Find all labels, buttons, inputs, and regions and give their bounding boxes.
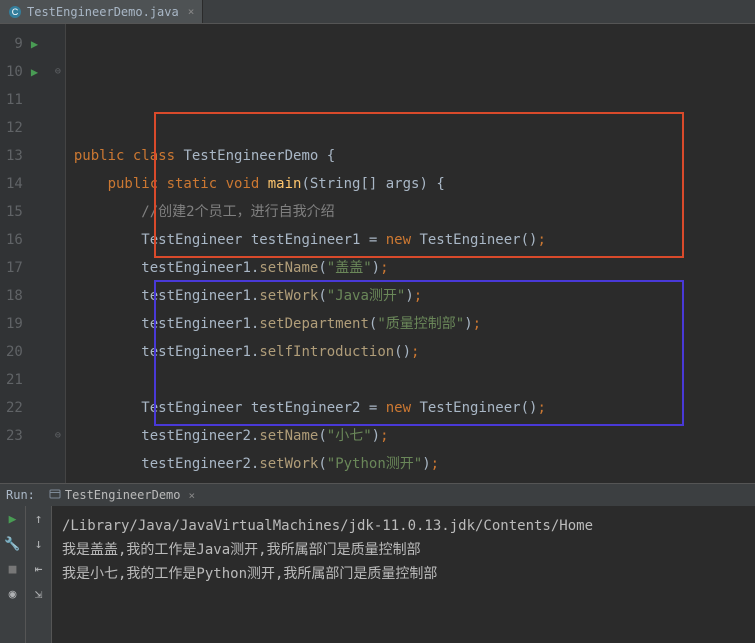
line-number: 9 xyxy=(6,30,23,58)
run-config-icon xyxy=(49,488,61,503)
code-editor[interactable]: 91011121314151617181920212223 ▶▶ ⊖⊖ publ… xyxy=(0,24,755,483)
editor-gutter: 91011121314151617181920212223 ▶▶ ⊖⊖ xyxy=(0,24,66,483)
fold-icon xyxy=(51,254,65,282)
run-label: Run: xyxy=(6,488,35,502)
fold-icon xyxy=(51,282,65,310)
line-number: 13 xyxy=(6,142,23,170)
fold-icon xyxy=(51,226,65,254)
line-number: 23 xyxy=(6,422,23,450)
line-number: 16 xyxy=(6,226,23,254)
code-line[interactable]: testEngineer1.setWork("Java测开"); xyxy=(74,282,755,310)
rerun-icon[interactable]: ▶ xyxy=(9,512,17,527)
line-numbers: 91011121314151617181920212223 xyxy=(0,24,31,483)
line-number: 10 xyxy=(6,58,23,86)
java-class-icon: C xyxy=(8,5,22,19)
code-line[interactable]: TestEngineer testEngineer2 = new TestEng… xyxy=(74,394,755,422)
wrench-icon[interactable]: 🔧 xyxy=(4,537,20,552)
editor-tabs-bar: C TestEngineerDemo.java × xyxy=(0,0,755,24)
code-line[interactable]: testEngineer1.setName("盖盖"); xyxy=(74,254,755,282)
console-line: 我是盖盖,我的工作是Java测开,我所属部门是质量控制部 xyxy=(62,538,745,562)
console-output[interactable]: /Library/Java/JavaVirtualMachines/jdk-11… xyxy=(52,506,755,643)
line-number: 18 xyxy=(6,282,23,310)
console-line: 我是小七,我的工作是Python测开,我所属部门是质量控制部 xyxy=(62,562,745,586)
run-panel-body: ▶ 🔧 ■ ◉ ↑ ↓ ⇤ ⇲ /Library/Java/JavaVirtua… xyxy=(0,506,755,643)
scroll-to-end-icon[interactable]: ⇲ xyxy=(35,587,43,602)
line-number: 11 xyxy=(6,86,23,114)
run-toolbar-secondary: ↑ ↓ ⇤ ⇲ xyxy=(26,506,52,643)
fold-icon xyxy=(51,394,65,422)
code-line[interactable]: public static void main(String[] args) { xyxy=(74,170,755,198)
gutter-run-icons: ▶▶ xyxy=(31,24,51,483)
run-line-icon[interactable]: ▶ xyxy=(31,58,38,86)
fold-icon xyxy=(51,86,65,114)
fold-icon[interactable]: ⊖ xyxy=(51,58,65,86)
run-config-tab[interactable]: TestEngineerDemo × xyxy=(43,486,201,505)
code-line[interactable]: TestEngineer testEngineer1 = new TestEng… xyxy=(74,226,755,254)
line-number: 12 xyxy=(6,114,23,142)
up-arrow-icon[interactable]: ↑ xyxy=(35,512,43,527)
fold-icon xyxy=(51,310,65,338)
fold-icon xyxy=(51,338,65,366)
line-number: 17 xyxy=(6,254,23,282)
console-line: /Library/Java/JavaVirtualMachines/jdk-11… xyxy=(62,514,745,538)
run-line-icon[interactable]: ▶ xyxy=(31,30,38,58)
file-tab-label: TestEngineerDemo.java xyxy=(27,5,179,19)
stop-icon[interactable]: ■ xyxy=(9,562,17,577)
fold-icon xyxy=(51,114,65,142)
fold-icon xyxy=(51,366,65,394)
code-line[interactable]: public class TestEngineerDemo { xyxy=(74,142,755,170)
code-line[interactable] xyxy=(74,366,755,394)
close-tab-icon[interactable]: × xyxy=(188,5,195,18)
fold-icon xyxy=(51,30,65,58)
close-run-tab-icon[interactable]: × xyxy=(189,489,196,502)
line-number: 19 xyxy=(6,310,23,338)
fold-icon xyxy=(51,142,65,170)
file-tab[interactable]: C TestEngineerDemo.java × xyxy=(0,0,203,23)
down-arrow-icon[interactable]: ↓ xyxy=(35,537,43,552)
run-config-name: TestEngineerDemo xyxy=(65,488,181,502)
line-number: 20 xyxy=(6,338,23,366)
code-line[interactable]: testEngineer2.setName("小七"); xyxy=(74,422,755,450)
code-line[interactable]: testEngineer1.setDepartment("质量控制部"); xyxy=(74,310,755,338)
code-line[interactable]: testEngineer2.setDepartment("质量控制部"); xyxy=(74,478,755,483)
line-number: 15 xyxy=(6,198,23,226)
fold-icon xyxy=(51,170,65,198)
fold-icon xyxy=(51,198,65,226)
run-panel-header: Run: TestEngineerDemo × xyxy=(0,484,755,506)
code-line[interactable]: testEngineer2.setWork("Python测开"); xyxy=(74,450,755,478)
code-line[interactable]: testEngineer1.selfIntroduction(); xyxy=(74,338,755,366)
run-panel: Run: TestEngineerDemo × ▶ 🔧 ■ ◉ ↑ ↓ ⇤ ⇲ … xyxy=(0,483,755,643)
camera-icon[interactable]: ◉ xyxy=(9,587,17,602)
code-line[interactable]: //创建2个员工，进行自我介绍 xyxy=(74,198,755,226)
line-number: 22 xyxy=(6,394,23,422)
line-number: 21 xyxy=(6,366,23,394)
run-toolbar-primary: ▶ 🔧 ■ ◉ xyxy=(0,506,26,643)
gutter-fold-icons: ⊖⊖ xyxy=(51,24,65,483)
line-number: 14 xyxy=(6,170,23,198)
soft-wrap-icon[interactable]: ⇤ xyxy=(35,562,43,577)
svg-text:C: C xyxy=(12,7,19,17)
fold-icon[interactable]: ⊖ xyxy=(51,422,65,450)
code-area[interactable]: public class TestEngineerDemo { public s… xyxy=(66,24,755,483)
